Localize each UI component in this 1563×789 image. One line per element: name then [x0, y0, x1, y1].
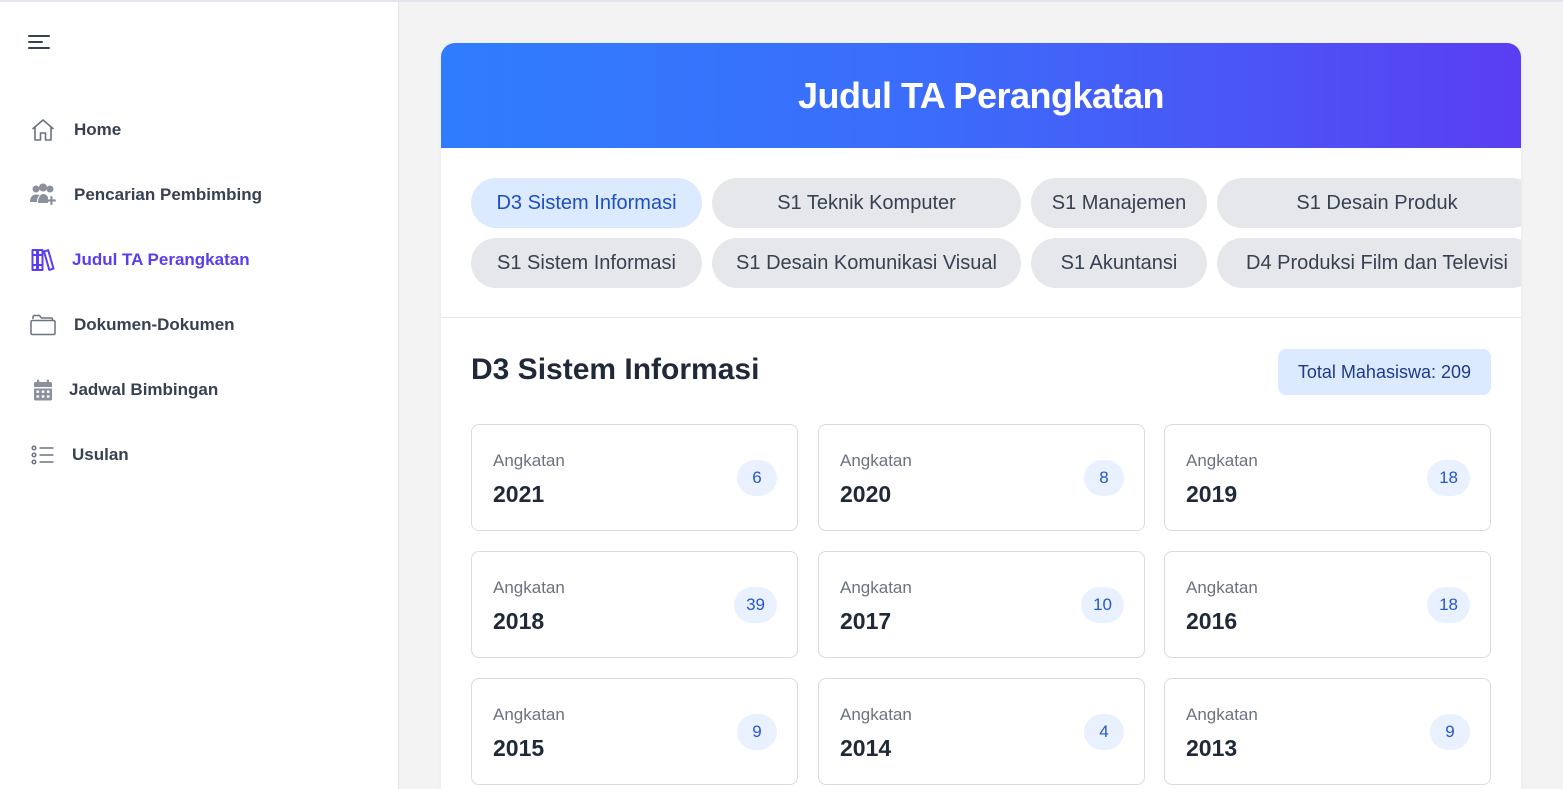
sidebar-item-label: Usulan	[72, 445, 129, 464]
section-title: D3 Sistem Informasi	[471, 353, 760, 386]
sidebar-item-judul-ta-perangkatan[interactable]: Judul TA Perangkatan	[28, 243, 250, 277]
student-count-badge: 9	[737, 714, 777, 750]
list-icon	[28, 440, 58, 470]
folders-icon	[28, 310, 58, 340]
year-value: 2019	[1186, 481, 1238, 507]
tab-d4-produksi-film-dan-televisi[interactable]: D4 Produksi Film dan Televisi	[1217, 238, 1521, 288]
page-title: Judul TA Perangkatan	[797, 74, 1165, 116]
year-card-2014[interactable]: Angkatan 2014 4	[818, 678, 1145, 785]
year-caption: Angkatan	[493, 578, 565, 597]
hamburger-menu-icon[interactable]	[28, 32, 52, 54]
year-card-2018[interactable]: Angkatan 2018 39	[471, 551, 798, 658]
year-value: 2021	[493, 481, 545, 507]
sidebar: Home Pencarian Pembimbing Judul TA Peran…	[0, 2, 399, 789]
card-header: Judul TA Perangkatan	[441, 43, 1521, 148]
sidebar-item-dokumen-dokumen[interactable]: Dokumen-Dokumen	[28, 308, 235, 342]
student-count-badge: 6	[737, 460, 777, 496]
year-card-2016[interactable]: Angkatan 2016 18	[1164, 551, 1491, 658]
year-caption: Angkatan	[1186, 578, 1258, 597]
sidebar-item-label: Home	[74, 120, 122, 139]
student-count-badge: 9	[1430, 714, 1470, 750]
year-value: 2017	[840, 608, 892, 634]
sidebar-item-usulan[interactable]: Usulan	[28, 438, 129, 472]
year-card-2019[interactable]: Angkatan 2019 18	[1164, 424, 1491, 531]
sidebar-item-label: Dokumen-Dokumen	[74, 315, 235, 334]
student-count-badge: 10	[1081, 587, 1124, 623]
sidebar-item-pencarian-pembimbing[interactable]: Pencarian Pembimbing	[28, 178, 262, 212]
section-header: D3 Sistem Informasi Total Mahasiswa: 209	[471, 349, 1491, 395]
sidebar-item-label: Jadwal Bimbingan	[69, 380, 219, 399]
year-value: 2015	[493, 735, 545, 761]
year-value: 2013	[1186, 735, 1238, 761]
year-card-2013[interactable]: Angkatan 2013 9	[1164, 678, 1491, 785]
books-icon	[28, 245, 58, 275]
users-plus-icon	[28, 180, 58, 210]
year-caption: Angkatan	[840, 578, 912, 597]
year-caption: Angkatan	[840, 451, 912, 470]
student-count-badge: 18	[1427, 460, 1470, 496]
year-value: 2014	[840, 735, 892, 761]
tab-s1-sistem-informasi[interactable]: S1 Sistem Informasi	[471, 238, 702, 288]
year-card-2015[interactable]: Angkatan 2015 9	[471, 678, 798, 785]
tab-s1-manajemen[interactable]: S1 Manajemen	[1031, 178, 1207, 228]
tab-s1-desain-produk[interactable]: S1 Desain Produk	[1217, 178, 1521, 228]
sidebar-item-label: Judul TA Perangkatan	[72, 250, 250, 269]
tab-s1-desain-komunikasi-visual[interactable]: S1 Desain Komunikasi Visual	[712, 238, 1021, 288]
student-count-badge: 4	[1084, 714, 1124, 750]
main-card: Judul TA Perangkatan D3 Sistem Informasi…	[441, 43, 1521, 789]
year-card-2020[interactable]: Angkatan 2020 8	[818, 424, 1145, 531]
total-students-badge: Total Mahasiswa: 209	[1277, 349, 1491, 395]
year-caption: Angkatan	[1186, 705, 1258, 724]
year-card-2017[interactable]: Angkatan 2017 10	[818, 551, 1145, 658]
year-caption: Angkatan	[840, 705, 912, 724]
student-count-badge: 18	[1427, 587, 1470, 623]
year-card-2021[interactable]: Angkatan 2021 6	[471, 424, 798, 531]
year-caption: Angkatan	[493, 705, 565, 724]
tab-s1-akuntansi[interactable]: S1 Akuntansi	[1031, 238, 1207, 288]
year-caption: Angkatan	[1186, 451, 1258, 470]
program-tabs: D3 Sistem Informasi S1 Teknik Komputer S…	[441, 148, 1521, 318]
sidebar-item-home[interactable]: Home	[28, 113, 121, 147]
calendar-icon	[28, 375, 58, 405]
sidebar-item-jadwal-bimbingan[interactable]: Jadwal Bimbingan	[28, 373, 218, 407]
tab-d3-sistem-informasi[interactable]: D3 Sistem Informasi	[471, 178, 702, 228]
sidebar-item-label: Pencarian Pembimbing	[74, 185, 262, 204]
home-icon	[28, 115, 58, 145]
tab-s1-teknik-komputer[interactable]: S1 Teknik Komputer	[712, 178, 1021, 228]
year-value: 2016	[1186, 608, 1238, 634]
year-caption: Angkatan	[493, 451, 565, 470]
year-value: 2020	[840, 481, 892, 507]
student-count-badge: 8	[1084, 460, 1124, 496]
year-value: 2018	[493, 608, 545, 634]
student-count-badge: 39	[734, 587, 777, 623]
